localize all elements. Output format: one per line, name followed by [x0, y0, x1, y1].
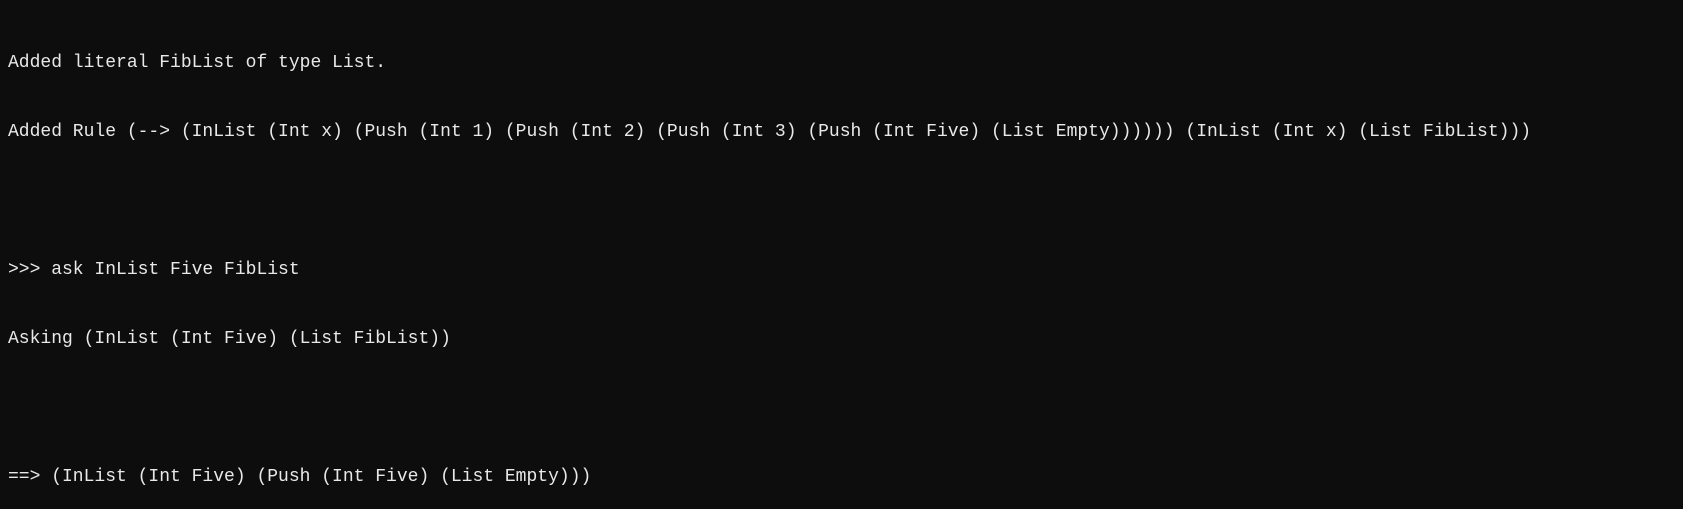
prompt-line: >>> ask InList Five FibList	[8, 259, 1675, 282]
output-line: Added literal FibList of type List.	[8, 52, 1675, 75]
output-line: Added Rule (--> (InList (Int x) (Push (I…	[8, 121, 1675, 144]
output-line: ==> (InList (Int Five) (Push (Int Five) …	[8, 466, 1675, 489]
blank-line	[8, 397, 1675, 420]
blank-line	[8, 190, 1675, 213]
output-line: Asking (InList (Int Five) (List FibList)…	[8, 328, 1675, 351]
terminal-output[interactable]: Added literal FibList of type List. Adde…	[0, 0, 1683, 509]
